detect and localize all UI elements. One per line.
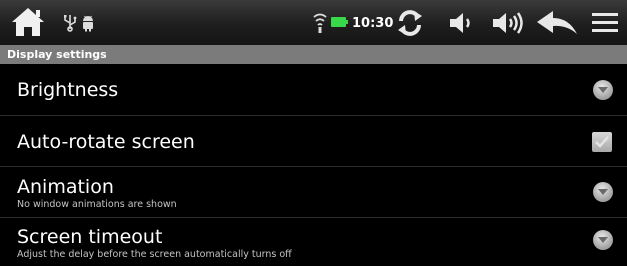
setting-animation[interactable]: Animation No window animations are shown xyxy=(0,167,627,218)
android-debug-icon xyxy=(80,14,96,32)
setting-title: Brightness xyxy=(17,79,119,101)
home-icon[interactable] xyxy=(10,5,46,39)
setting-title: Animation xyxy=(17,176,114,198)
setting-summary: Adjust the delay before the screen autom… xyxy=(17,249,292,260)
chevron-down-icon[interactable] xyxy=(593,80,613,100)
usb-icon xyxy=(62,14,78,32)
menu-icon[interactable] xyxy=(592,11,618,35)
back-icon[interactable] xyxy=(535,9,579,37)
wifi-icon xyxy=(313,12,327,34)
system-bar: 10:30 xyxy=(0,0,627,45)
setting-summary: No window animations are shown xyxy=(17,199,177,210)
volume-up-icon[interactable] xyxy=(490,9,526,37)
refresh-icon[interactable] xyxy=(394,8,426,38)
setting-title: Auto-rotate screen xyxy=(17,131,195,153)
chevron-down-icon[interactable] xyxy=(593,230,613,250)
setting-title: Screen timeout xyxy=(17,226,163,248)
volume-down-icon[interactable] xyxy=(445,9,475,37)
setting-screen-timeout[interactable]: Screen timeout Adjust the delay before t… xyxy=(0,218,627,266)
setting-brightness[interactable]: Brightness xyxy=(0,64,627,116)
status-clock: 10:30 xyxy=(352,15,394,31)
auto-rotate-checkbox[interactable] xyxy=(592,132,612,152)
chevron-down-icon[interactable] xyxy=(593,182,613,202)
battery-icon xyxy=(331,17,348,27)
page-title: Display settings xyxy=(0,45,627,64)
setting-auto-rotate[interactable]: Auto-rotate screen xyxy=(0,116,627,167)
